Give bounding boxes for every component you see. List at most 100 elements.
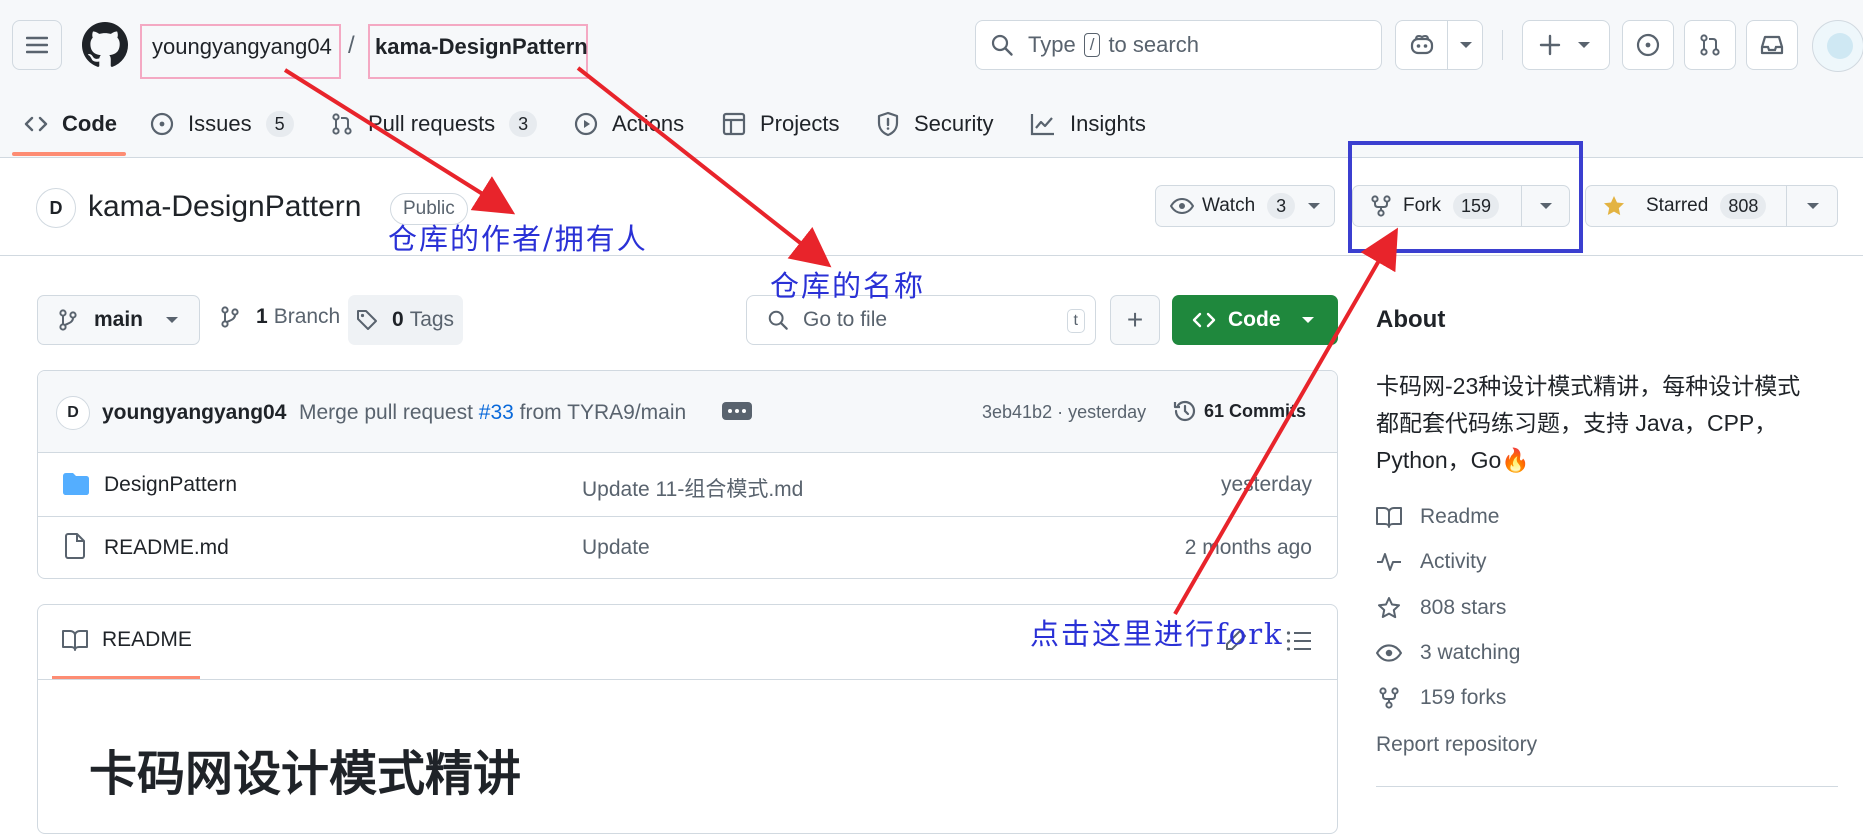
tab-issues[interactable]: Issues 5: [150, 104, 294, 144]
commit-author-avatar: D: [56, 396, 90, 430]
sidebar-readme-link[interactable]: Readme: [1376, 505, 1499, 529]
tab-pull-requests[interactable]: Pull requests 3: [330, 104, 538, 144]
fork-annotation-box: [1348, 141, 1583, 253]
star-count: 808: [1720, 193, 1767, 219]
search-shortcut-key: /: [1083, 33, 1101, 57]
git-branch-icon: [221, 306, 239, 328]
commit-pr-link[interactable]: #33: [479, 401, 514, 424]
search-input[interactable]: Type / to search: [975, 20, 1382, 70]
pull-requests-button[interactable]: [1684, 20, 1736, 70]
tags-link[interactable]: 0 Tags: [348, 295, 463, 345]
star-icon: [1378, 597, 1400, 619]
tab-code[interactable]: Code: [24, 104, 117, 144]
readme-heading: 卡码网设计模式精讲: [89, 748, 522, 801]
code-button-label: Code: [1228, 308, 1281, 331]
tab-actions[interactable]: Actions: [574, 104, 684, 144]
inbox-icon: [1760, 35, 1784, 55]
add-file-button[interactable]: +: [1110, 295, 1160, 345]
tag-icon: [357, 310, 377, 330]
watch-button[interactable]: Watch 3: [1155, 185, 1335, 227]
tab-projects[interactable]: Projects: [722, 104, 839, 144]
breadcrumb-separator: /: [348, 32, 355, 59]
breadcrumb-owner[interactable]: youngyangyang04: [152, 34, 332, 60]
about-description-line-1: 卡码网-23种设计模式精讲，每种设计模式: [1376, 373, 1801, 399]
commit-message-pre: Merge pull request: [299, 401, 473, 424]
star-label: Starred: [1646, 195, 1709, 216]
readme-tab-label: README: [102, 628, 192, 651]
list-unordered-icon[interactable]: [1286, 630, 1312, 652]
issue-opened-icon: [150, 112, 174, 136]
sidebar-activity-link[interactable]: Activity: [1376, 550, 1487, 574]
tab-pull-requests-label: Pull requests: [368, 111, 496, 136]
readme-tab[interactable]: README: [62, 628, 192, 652]
folder-icon: [63, 473, 89, 495]
tab-code-label: Code: [62, 111, 117, 136]
eye-icon: [1376, 644, 1402, 662]
file-commit-message[interactable]: Update 11-组合模式.md: [582, 473, 803, 503]
copilot-button[interactable]: [1395, 20, 1483, 70]
commits-link[interactable]: 61 Commits: [1172, 398, 1306, 424]
git-pull-request-icon: [1700, 34, 1720, 56]
sidebar-stars-link[interactable]: 808 stars: [1376, 596, 1506, 620]
table-row: [38, 516, 1337, 578]
file-commit-message[interactable]: Update: [582, 536, 650, 560]
chevron-down-icon: [1460, 42, 1472, 48]
repo-title[interactable]: kama-DesignPattern: [88, 190, 361, 224]
report-repository-link[interactable]: Report repository: [1376, 733, 1537, 757]
github-logo[interactable]: [82, 22, 128, 68]
chevron-down-icon: [166, 317, 179, 323]
issue-opened-icon: [1636, 33, 1660, 57]
sidebar-forks-link[interactable]: 159 forks: [1376, 686, 1506, 710]
commit-expand-button[interactable]: [722, 402, 752, 420]
file-name-readme[interactable]: README.md: [104, 536, 229, 560]
branch-select[interactable]: main: [37, 295, 200, 345]
search-placeholder-pre: Type: [1028, 32, 1076, 57]
about-title: About: [1376, 306, 1446, 333]
readme-tab-underline: [52, 676, 200, 679]
avatar[interactable]: [1812, 20, 1863, 72]
repo-header-divider: [0, 255, 1863, 256]
history-icon: [1173, 400, 1196, 422]
create-new-button[interactable]: [1522, 20, 1610, 70]
eye-icon: [1170, 197, 1194, 215]
tab-code-underline: [12, 152, 126, 156]
about-description-line-2: 都配套代码练习题，支持 Java，CPP，: [1376, 410, 1778, 436]
branches-link[interactable]: 1 Branch: [220, 305, 340, 329]
tab-security[interactable]: Security: [876, 104, 993, 144]
sidebar-watching-label: 3 watching: [1420, 641, 1521, 664]
search-icon: [991, 34, 1013, 56]
sidebar-readme-label: Readme: [1420, 505, 1500, 528]
code-button[interactable]: Code: [1172, 295, 1338, 345]
branch-count: 1: [256, 305, 268, 328]
plus-icon: [1539, 34, 1561, 56]
sidebar-divider: [1376, 786, 1838, 787]
graph-icon: [1030, 114, 1054, 136]
commit-author[interactable]: youngyangyang04: [102, 401, 286, 425]
tab-projects-label: Projects: [760, 111, 840, 136]
issues-button[interactable]: [1622, 20, 1674, 70]
table-icon: [722, 112, 746, 136]
play-icon: [574, 112, 598, 136]
branch-name: main: [94, 308, 144, 331]
watch-label: Watch: [1202, 195, 1256, 216]
pulse-icon: [1377, 553, 1401, 571]
breadcrumb-repo[interactable]: kama-DesignPattern: [375, 34, 588, 60]
inbox-button[interactable]: [1746, 20, 1798, 70]
star-button[interactable]: Starred 808: [1585, 185, 1838, 227]
github-octocat-icon: [82, 22, 128, 67]
git-pull-request-icon: [332, 113, 352, 135]
commit-hash-time[interactable]: 3eb41b2 · yesterday: [982, 402, 1146, 423]
repo-forked-icon: [1379, 687, 1399, 709]
branch-label: Branch: [273, 305, 341, 328]
file-name-designpattern[interactable]: DesignPattern: [104, 473, 237, 497]
commits-count: 61 Commits: [1204, 400, 1307, 421]
sidebar-activity-label: Activity: [1420, 550, 1487, 573]
search-placeholder-post: to search: [1108, 32, 1199, 57]
book-icon: [1376, 507, 1402, 528]
menu-button[interactable]: [12, 20, 62, 70]
chevron-down-icon: [1578, 42, 1590, 48]
tab-insights-label: Insights: [1070, 111, 1146, 136]
sidebar-watching-link[interactable]: 3 watching: [1376, 641, 1520, 665]
tab-insights[interactable]: Insights: [1030, 104, 1146, 144]
git-branch-icon: [59, 309, 77, 331]
